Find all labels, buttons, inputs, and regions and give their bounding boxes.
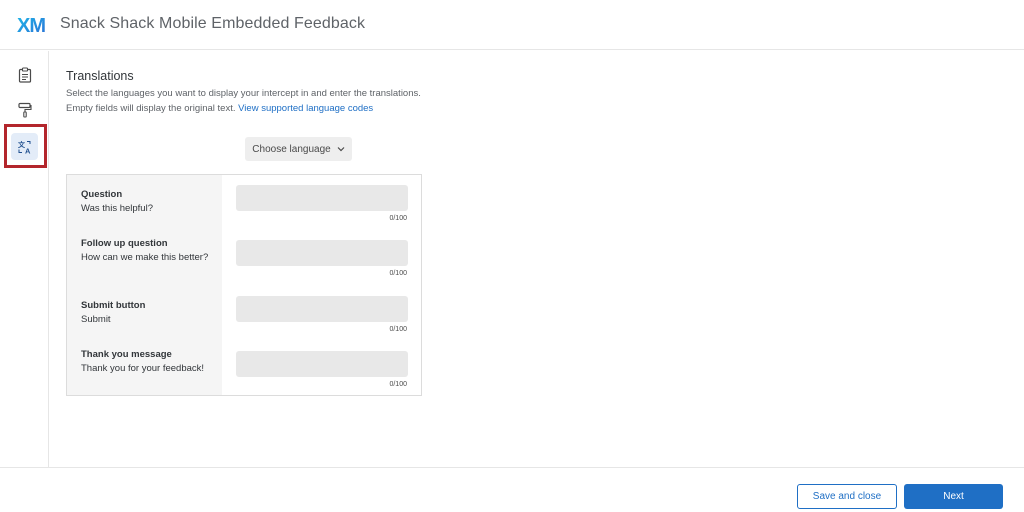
row-label-submit-button: Submit button Submit xyxy=(81,300,146,325)
character-count: 0/100 xyxy=(389,326,407,333)
section-description: Select the languages you want to display… xyxy=(66,88,421,114)
character-count: 0/100 xyxy=(389,381,407,388)
xm-logo[interactable]: XM xyxy=(17,13,49,37)
row-label-thank-you-message: Thank you message Thank you for your fee… xyxy=(81,349,205,374)
rail-style-button[interactable] xyxy=(11,96,38,123)
translation-table: Question Was this helpful? 0/100 Follow … xyxy=(66,174,422,396)
character-count: 0/100 xyxy=(389,215,407,222)
translation-input-follow-up-question[interactable] xyxy=(236,240,408,266)
clipboard-icon xyxy=(18,66,31,83)
row-label-follow-up-question: Follow up question How can we make this … xyxy=(81,238,209,263)
project-title: Snack Shack Mobile Embedded Feedback xyxy=(60,15,366,32)
chevron-down-icon xyxy=(337,147,345,152)
translate-highlight-box xyxy=(4,124,47,168)
save-and-close-button[interactable]: Save and close xyxy=(797,484,897,509)
top-bar: XM Snack Shack Mobile Embedded Feedback xyxy=(0,0,1024,50)
left-navigation-rail: 文 A xyxy=(0,51,49,467)
translation-input-question[interactable] xyxy=(236,185,408,211)
next-button[interactable]: Next xyxy=(904,484,1003,509)
choose-language-dropdown[interactable]: Choose language xyxy=(245,137,352,161)
section-title: Translations xyxy=(66,69,134,83)
supported-language-codes-link[interactable]: View supported language codes xyxy=(238,103,373,114)
translation-input-submit-button[interactable] xyxy=(236,296,408,322)
paint-roller-icon xyxy=(17,102,32,118)
translation-input-thank-you-message[interactable] xyxy=(236,351,408,377)
row-label-question: Question Was this helpful? xyxy=(81,189,153,214)
translations-section: Translations Select the languages you wa… xyxy=(66,69,426,116)
svg-text:XM: XM xyxy=(17,15,45,37)
character-count: 0/100 xyxy=(389,270,407,277)
rail-edit-button[interactable] xyxy=(11,61,38,88)
